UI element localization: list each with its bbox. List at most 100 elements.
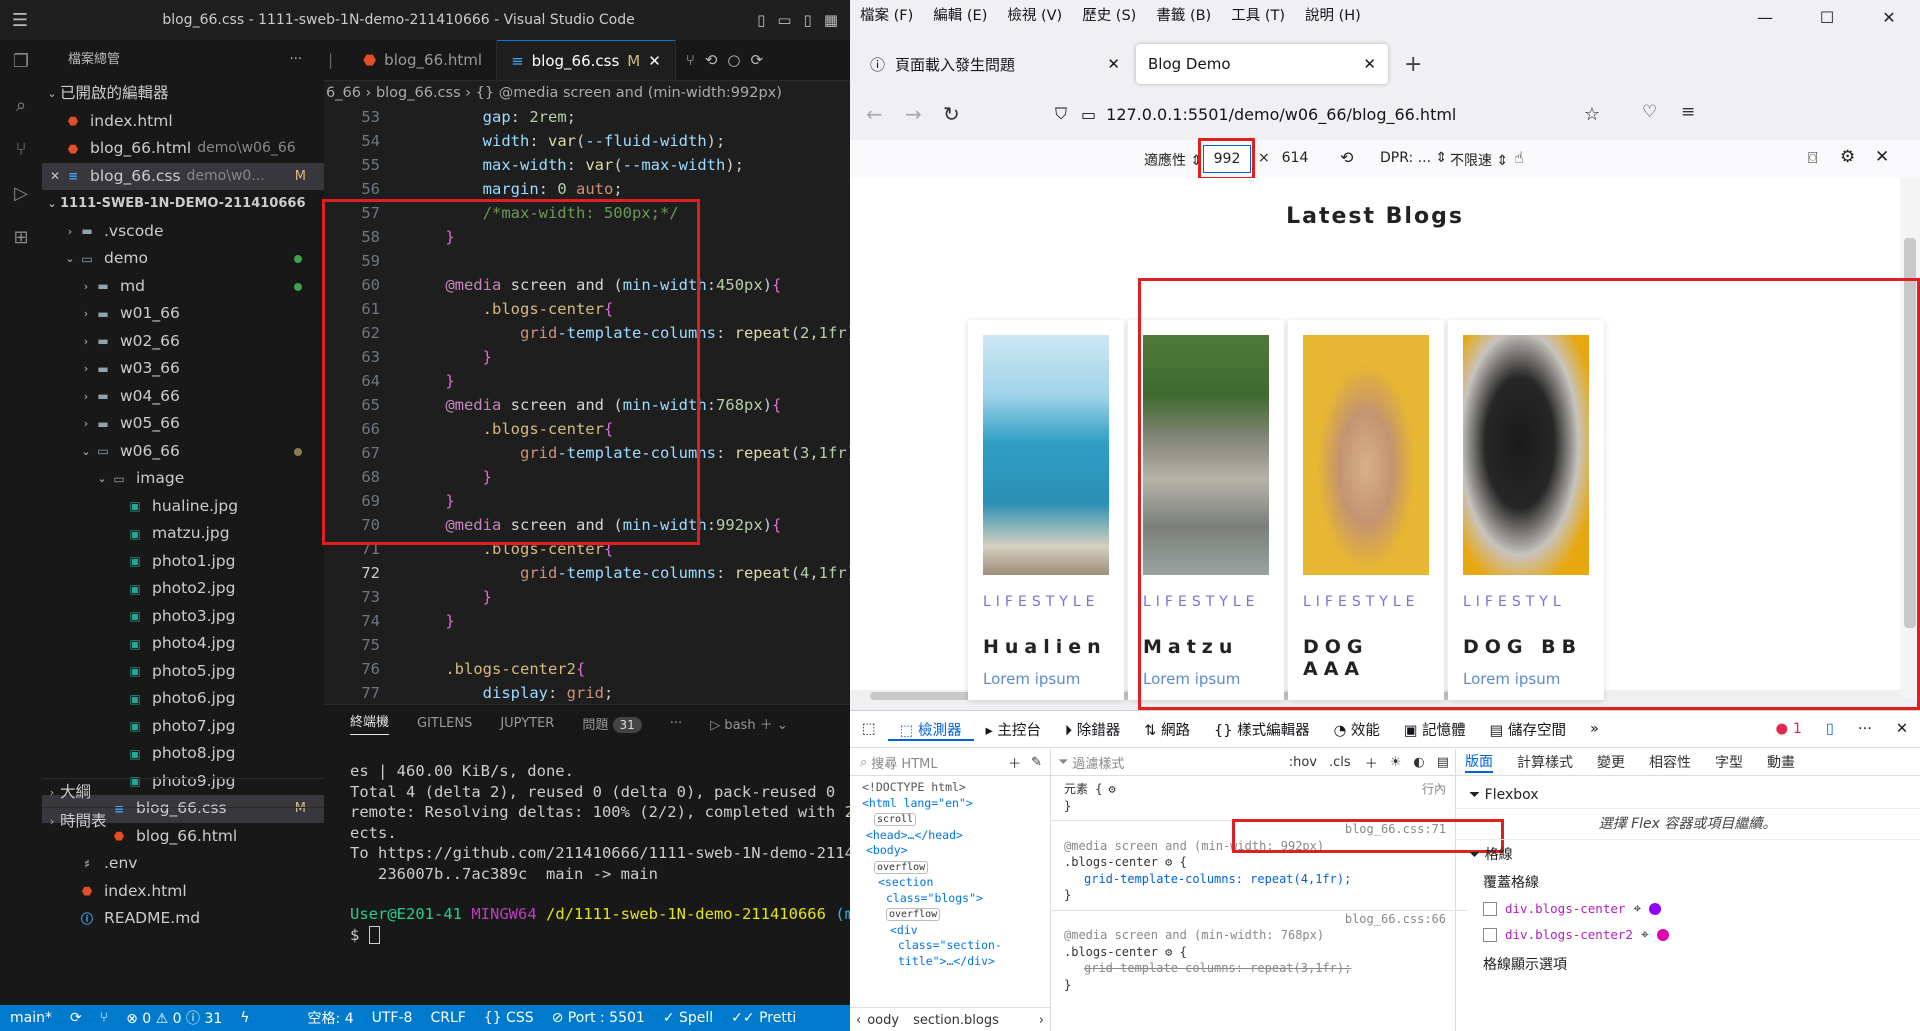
open-editor-item[interactable]: ✕ ≡ blog_66.css demo\w0... M	[42, 162, 324, 190]
sidebar-tab[interactable]: 相容性	[1649, 752, 1691, 772]
folder-item[interactable]: › ▬ md	[42, 273, 324, 301]
tab-gitlens[interactable]: GITLENS	[417, 716, 472, 731]
explorer-more-icon[interactable]: ···	[290, 40, 302, 80]
terminal-shell-selector[interactable]: ▷ bash ＋ ⌄	[710, 714, 788, 733]
viewport-width-input[interactable]: 992	[1203, 145, 1251, 173]
file-item[interactable]: ▣ photo3.jpg	[42, 603, 324, 631]
scrollbar-thumb[interactable]	[1904, 238, 1916, 628]
screenshot-icon[interactable]: ⌼	[1808, 148, 1818, 168]
code-line[interactable]: 61 .blogs-center{	[324, 297, 850, 321]
highlight-target-icon[interactable]: ⌖	[1641, 922, 1649, 948]
code-line[interactable]: 77 display: grid;	[324, 681, 850, 705]
node-badge[interactable]: overflow	[862, 906, 1050, 923]
blog-card[interactable]: LIFESTYLE Hualien Lorem ipsum	[968, 320, 1124, 700]
close-tab-icon[interactable]: ✕	[1363, 55, 1376, 73]
root-folder-header[interactable]: ⌄ 1111-SWEB-1N-DEMO-211410666	[42, 190, 324, 218]
file-item[interactable]: ▣ photo6.jpg	[42, 685, 324, 713]
lightning-icon[interactable]: ϟ	[240, 1010, 249, 1026]
overridden-declaration[interactable]: grid-template-columns: repeat(3,1fr);	[1064, 960, 1454, 977]
devtools-tab[interactable]: ▸ 主控台	[974, 723, 1053, 739]
folder-item[interactable]: › ▬ w03_66	[42, 355, 324, 383]
folder-item[interactable]: › ▬ w01_66	[42, 300, 324, 328]
rule-source-link[interactable]: blog_66.css:71	[1064, 821, 1446, 838]
tab-blog-demo[interactable]: Blog Demo ✕	[1136, 44, 1388, 84]
file-item[interactable]: ♯ .env	[42, 850, 324, 878]
devtools-tab[interactable]: ⇅ 網路	[1132, 723, 1202, 739]
extensions-icon[interactable]: ⊞	[0, 216, 42, 260]
menu-item[interactable]: 工具 (T)	[1221, 4, 1295, 25]
run-debug-icon[interactable]: ▷	[0, 172, 42, 216]
crumb-section[interactable]: section.blogs	[913, 1013, 999, 1028]
menu-item[interactable]: 書籤 (B)	[1146, 4, 1221, 25]
code-line[interactable]: 67 grid-template-columns: repeat(3,1fr);	[324, 441, 850, 465]
code-line[interactable]: 71 .blogs-center{	[324, 537, 850, 561]
node-badge[interactable]: scroll	[862, 811, 1050, 828]
url-text[interactable]: 127.0.0.1:5501/demo/w06_66/blog_66.html	[1106, 105, 1456, 124]
markup-node[interactable]: <body>	[862, 843, 1050, 859]
highlight-target-icon[interactable]: ⌖	[1633, 896, 1641, 922]
add-rule-icon[interactable]: ＋	[1365, 753, 1378, 772]
grid-section-header[interactable]: ⏷ 格線	[1469, 840, 1920, 870]
tab-problems[interactable]: 問題 31	[582, 714, 642, 733]
blog-card[interactable]: LIFESTYL DOG BB Lorem ipsum	[1448, 320, 1604, 700]
add-node-icon[interactable]: ＋	[1008, 753, 1021, 772]
code-line[interactable]: 65 @media screen and (min-width:768px){	[324, 393, 850, 417]
markup-node[interactable]: <div	[862, 923, 1050, 939]
code-line[interactable]: 54 width: var(--fluid-width);	[324, 129, 850, 153]
hov-toggle[interactable]: :hov	[1289, 755, 1317, 770]
code-line[interactable]: 56 margin: 0 auto;	[324, 177, 850, 201]
code-line[interactable]: 68 }	[324, 465, 850, 489]
folder-item[interactable]: › ▬ w02_66	[42, 328, 324, 356]
forward-icon[interactable]: →	[905, 102, 922, 126]
file-item[interactable]: ⬣ index.html	[42, 878, 324, 906]
toggle-sidebar-icon[interactable]: ▯	[757, 11, 765, 29]
code-editor[interactable]: 53 gap: 2rem; 54 width: var(--fluid-width…	[324, 105, 850, 705]
tab-terminal[interactable]: 終端機	[350, 711, 390, 735]
settings-gear-icon[interactable]: ⚙	[1840, 147, 1855, 167]
tab-jupyter[interactable]: JUPYTER	[500, 716, 554, 731]
sidebar-tab[interactable]: 計算樣式	[1517, 752, 1573, 772]
blog-card[interactable]: LIFESTYLE Matzu Lorem ipsum	[1128, 320, 1284, 700]
search-html-input[interactable]: 搜尋 HTML	[871, 753, 937, 772]
file-item[interactable]: ▣ photo1.jpg	[42, 548, 324, 576]
devtools-tab[interactable]: ⬚ 檢測器	[887, 722, 974, 741]
file-item[interactable]: ▣ hualine.jpg	[42, 493, 324, 521]
code-line[interactable]: 59	[324, 249, 850, 273]
grid-overlay-item[interactable]: div.blogs-center2 ⌖	[1483, 922, 1920, 948]
rule-selector[interactable]: .blogs-center	[1064, 855, 1158, 869]
bookmark-star-icon[interactable]: ☆	[1584, 104, 1600, 125]
go-back-icon[interactable]: ⟲	[705, 51, 718, 69]
menu-item[interactable]: 檢視 (V)	[997, 4, 1072, 25]
file-item[interactable]: ▣ photo4.jpg	[42, 630, 324, 658]
timeline-section[interactable]: › 時間表	[42, 806, 324, 836]
new-tab-button[interactable]: +	[1404, 52, 1422, 77]
devtools-tab[interactable]: ⏵ 除錯器	[1053, 723, 1132, 739]
pocket-icon[interactable]: ♡	[1642, 102, 1657, 122]
folder-item[interactable]: ⌄ ▭ demo	[42, 245, 324, 273]
touch-simulation-icon[interactable]: ☝	[1514, 148, 1524, 167]
markup-node[interactable]: <!DOCTYPE html>	[862, 780, 1050, 796]
sidebar-tab[interactable]: 變更	[1597, 752, 1625, 772]
folder-item[interactable]: ⌄ ▭ w06_66	[42, 438, 324, 466]
device-selector[interactable]: 適應性 ⇕	[1144, 150, 1202, 170]
circle-icon[interactable]: ○	[727, 51, 740, 69]
overlay-checkbox[interactable]	[1483, 902, 1497, 916]
more-tools-icon[interactable]: »	[1578, 721, 1611, 737]
folder-item[interactable]: › ▬ w05_66	[42, 410, 324, 438]
devtools-tab[interactable]: ▣ 記憶體	[1392, 723, 1478, 739]
code-line[interactable]: 70 @media screen and (min-width:992px){	[324, 513, 850, 537]
file-item[interactable]: ▣ photo2.jpg	[42, 575, 324, 603]
dark-theme-icon[interactable]: ◐	[1413, 755, 1424, 770]
menu-item[interactable]: 編輯 (E)	[923, 4, 997, 25]
code-line[interactable]: 73 }	[324, 585, 850, 609]
cls-toggle[interactable]: .cls	[1329, 755, 1351, 770]
grid-color-swatch[interactable]	[1656, 929, 1669, 941]
reload-icon[interactable]: ↻	[943, 102, 960, 126]
encoding-status[interactable]: UTF-8	[372, 1010, 413, 1026]
file-item[interactable]: ▣ matzu.jpg	[42, 520, 324, 548]
markup-node[interactable]: <section	[862, 875, 1050, 891]
devtools-tab[interactable]: ◔ 效能	[1322, 723, 1392, 739]
grid-color-swatch[interactable]	[1649, 903, 1662, 915]
panel-more-icon[interactable]: ···	[670, 716, 682, 731]
go-forward-icon[interactable]: ⟳	[751, 51, 764, 69]
